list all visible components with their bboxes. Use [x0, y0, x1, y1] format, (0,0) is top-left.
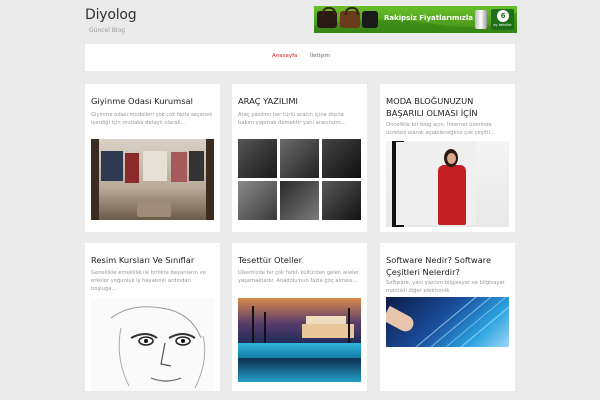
post-title[interactable]: MODA BLOĞUNUZUN BAŞARILI OLMASI İÇİN [386, 95, 510, 119]
software-touch-photo[interactable] [386, 297, 509, 347]
hotel-pool-photo[interactable] [238, 298, 361, 382]
post-excerpt: Genellikle emeklilik ile birlikte bayanl… [91, 270, 206, 292]
post-card[interactable]: Software Nedir? Software Çeşitleri Neler… [380, 243, 515, 391]
post-card[interactable]: ARAÇ YAZILIMI Araç yazılımı her türlü ar… [232, 84, 367, 232]
handbag-icon [317, 7, 337, 28]
installment-number: 6 [497, 10, 509, 22]
post-excerpt: Ülkemizde bir çok farklı kültürden gelen… [238, 270, 359, 284]
installment-text: ay taksitle [493, 23, 512, 27]
post-excerpt: Software, yani yazılım bilgisayar ve bil… [386, 280, 505, 294]
site-title[interactable]: Diyolog [85, 7, 137, 23]
car-collage-photo[interactable] [238, 139, 361, 220]
post-title[interactable]: ARAÇ YAZILIMI [238, 95, 362, 107]
ad-banner[interactable]: Rakipsiz Fiyatlarımızla 6 ay taksitle [314, 6, 517, 33]
installment-badge: 6 ay taksitle [491, 9, 514, 30]
walk-in-closet-photo[interactable] [91, 139, 214, 220]
product-can-icon [475, 10, 487, 29]
post-title[interactable]: Tesettür Oteller [238, 254, 362, 266]
post-title[interactable]: Software Nedir? Software Çeşitleri Neler… [386, 254, 510, 278]
pencil-sketch-portrait[interactable] [91, 298, 214, 391]
post-card[interactable]: Resim Kursları Ve Sınıflar Genellikle em… [85, 243, 220, 391]
main-nav: Anasayfa İletişim [85, 44, 515, 71]
post-card[interactable]: Giyinme Odası Kurumsal Giyinme odası mod… [85, 84, 220, 232]
light-streaks [415, 297, 509, 347]
post-excerpt: Öncelikle bir blog açın. İnternet üzerin… [386, 122, 495, 136]
handbag-icon [340, 7, 360, 28]
fashion-model-photo[interactable] [386, 141, 509, 227]
nav-item-contact[interactable]: İletişim [310, 53, 330, 59]
nav-item-home[interactable]: Anasayfa [272, 53, 297, 59]
shoe-icon [362, 11, 378, 28]
post-card[interactable]: Tesettür Oteller Ülkemizde bir çok farkl… [232, 243, 367, 391]
post-excerpt: Araç yazılımı her türlü aracın içine dış… [238, 112, 346, 126]
post-title[interactable]: Resim Kursları Ve Sınıflar [91, 254, 215, 266]
site-tagline: Güncel Blog [89, 27, 126, 34]
post-card[interactable]: MODA BLOĞUNUZUN BAŞARILI OLMASI İÇİN Önc… [380, 84, 515, 232]
banner-text: Rakipsiz Fiyatlarımızla [384, 14, 473, 22]
post-excerpt: Giyinme odası modelleri çok çok fazla se… [91, 112, 213, 126]
sketch-drawing [110, 306, 206, 389]
post-title[interactable]: Giyinme Odası Kurumsal [91, 95, 215, 107]
